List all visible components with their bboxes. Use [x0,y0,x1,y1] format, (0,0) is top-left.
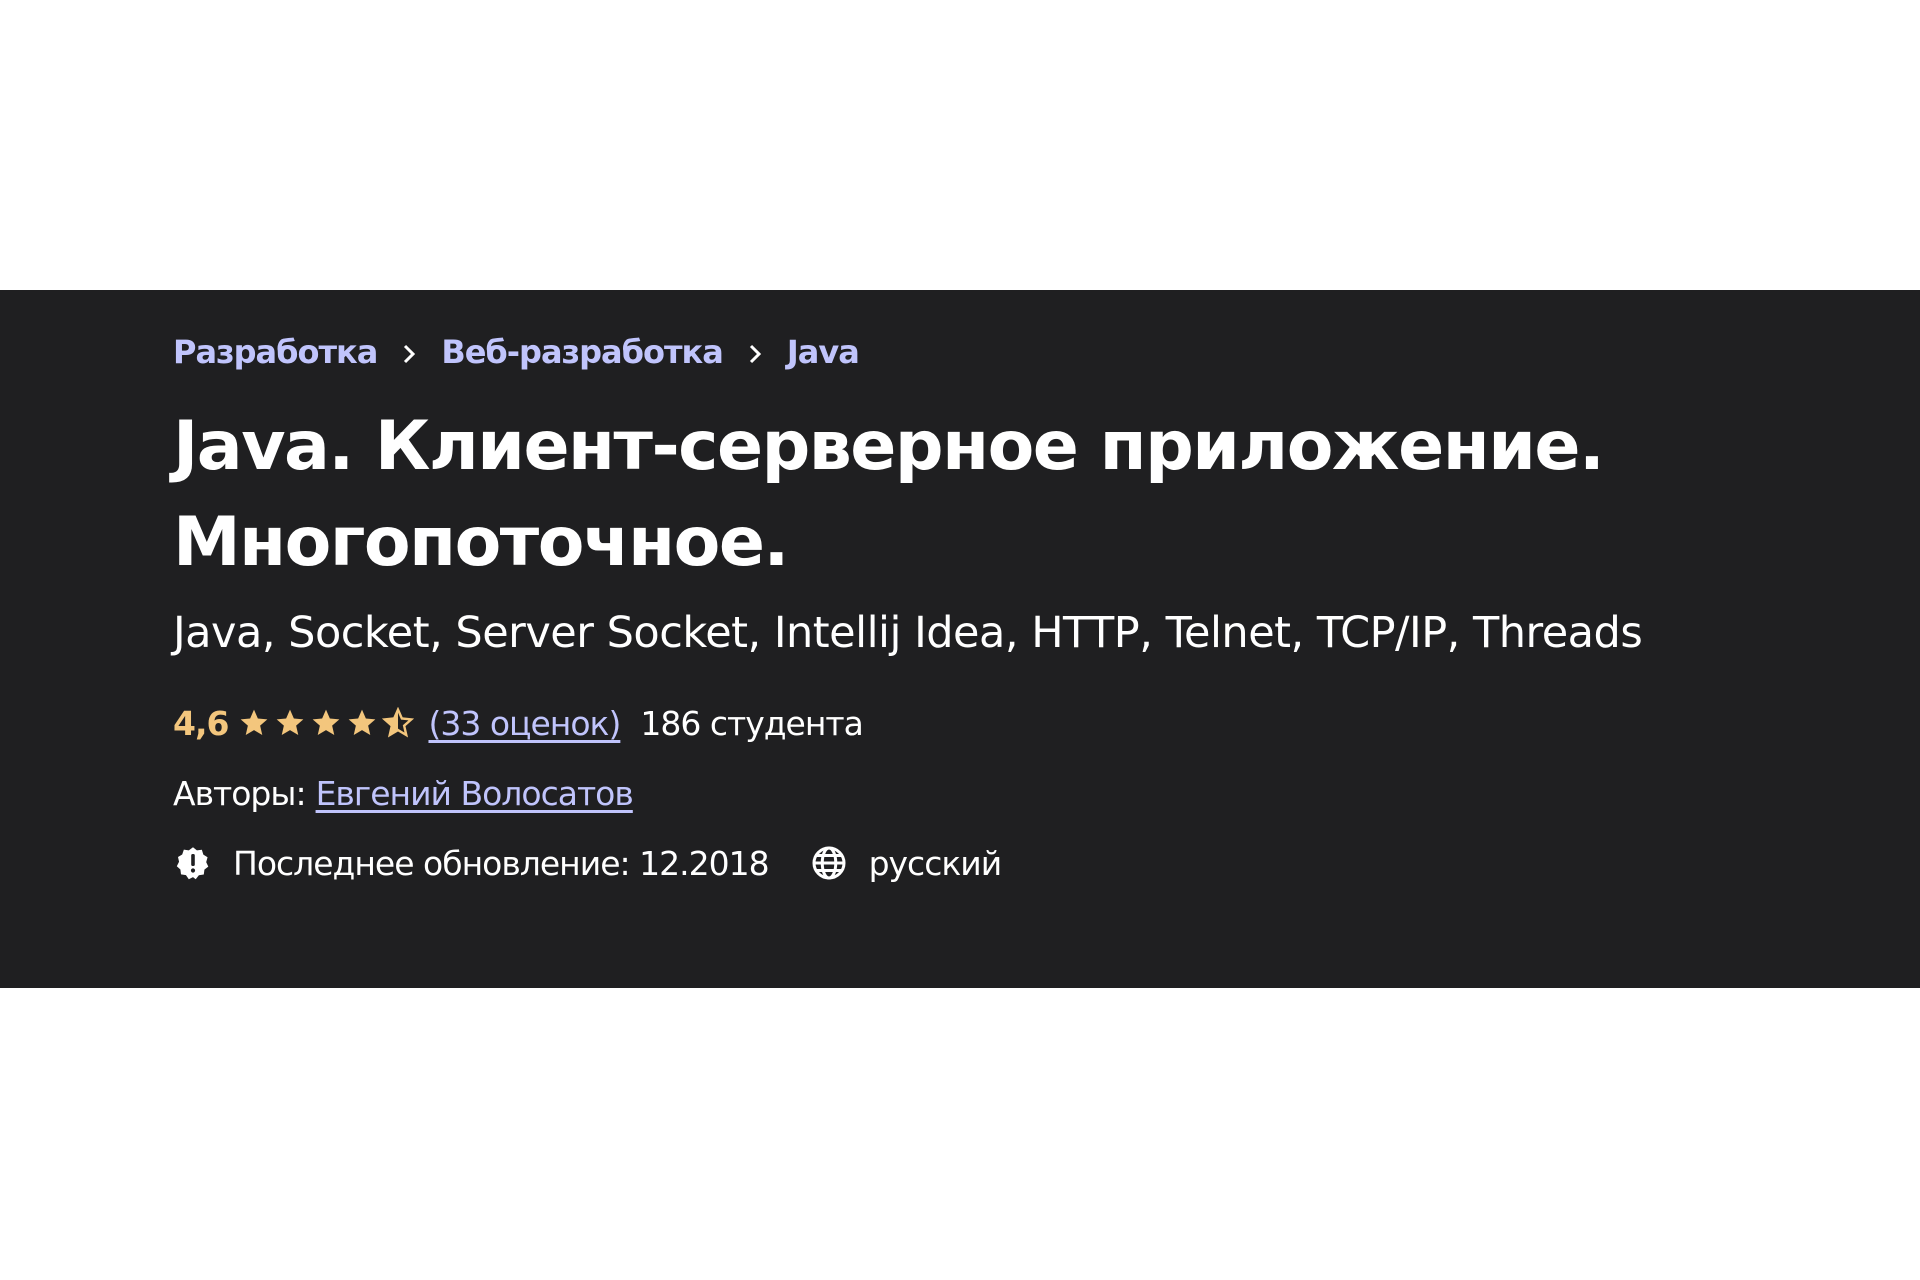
rating-row: 4,6 (33 оценок) 186 студента [173,700,1773,746]
chevron-right-icon [377,333,441,371]
course-header-content: Разработка Веб-разработка Java Java. Кли… [173,330,1773,886]
meta-row: Последнее обновление: 12.2018 русский [173,840,1773,886]
last-updated: Последнее обновление: 12.2018 [233,843,770,883]
star-half-icon [382,707,415,738]
chevron-right-icon [723,333,787,371]
course-subtitle: Java, Socket, Server Socket, Intellij Id… [173,608,1643,658]
ratings-count-link[interactable]: (33 оценок) [428,704,621,743]
star-full-icon [313,709,340,735]
rating-value: 4,6 [173,703,229,743]
author-link[interactable]: Евгений Волосатов [316,774,634,813]
authors-row: Авторы: Евгений Волосатов [173,770,1773,816]
breadcrumb-item-development[interactable]: Разработка [173,333,378,371]
course-language: русский [868,843,1003,883]
authors-label: Авторы: [173,773,307,813]
star-full-icon [277,709,304,735]
course-title: Java. Клиент-серверное приложение. Много… [173,399,1773,591]
breadcrumb: Разработка Веб-разработка Java [173,330,1773,374]
star-full-icon [241,709,268,735]
alert-badge-icon [173,843,213,883]
course-title-line-1: Java. Клиент-серверное приложение. [173,407,1605,486]
star-rating [238,707,418,739]
star-full-icon [349,709,376,735]
course-title-line-2: Многопоточное. [173,503,789,582]
globe-icon [809,843,849,883]
students-count: 186 студента [640,703,864,743]
breadcrumb-item-web-development[interactable]: Веб-разработка [441,333,723,371]
course-header-banner: Разработка Веб-разработка Java Java. Кли… [0,290,1920,988]
breadcrumb-item-java[interactable]: Java [787,333,860,371]
